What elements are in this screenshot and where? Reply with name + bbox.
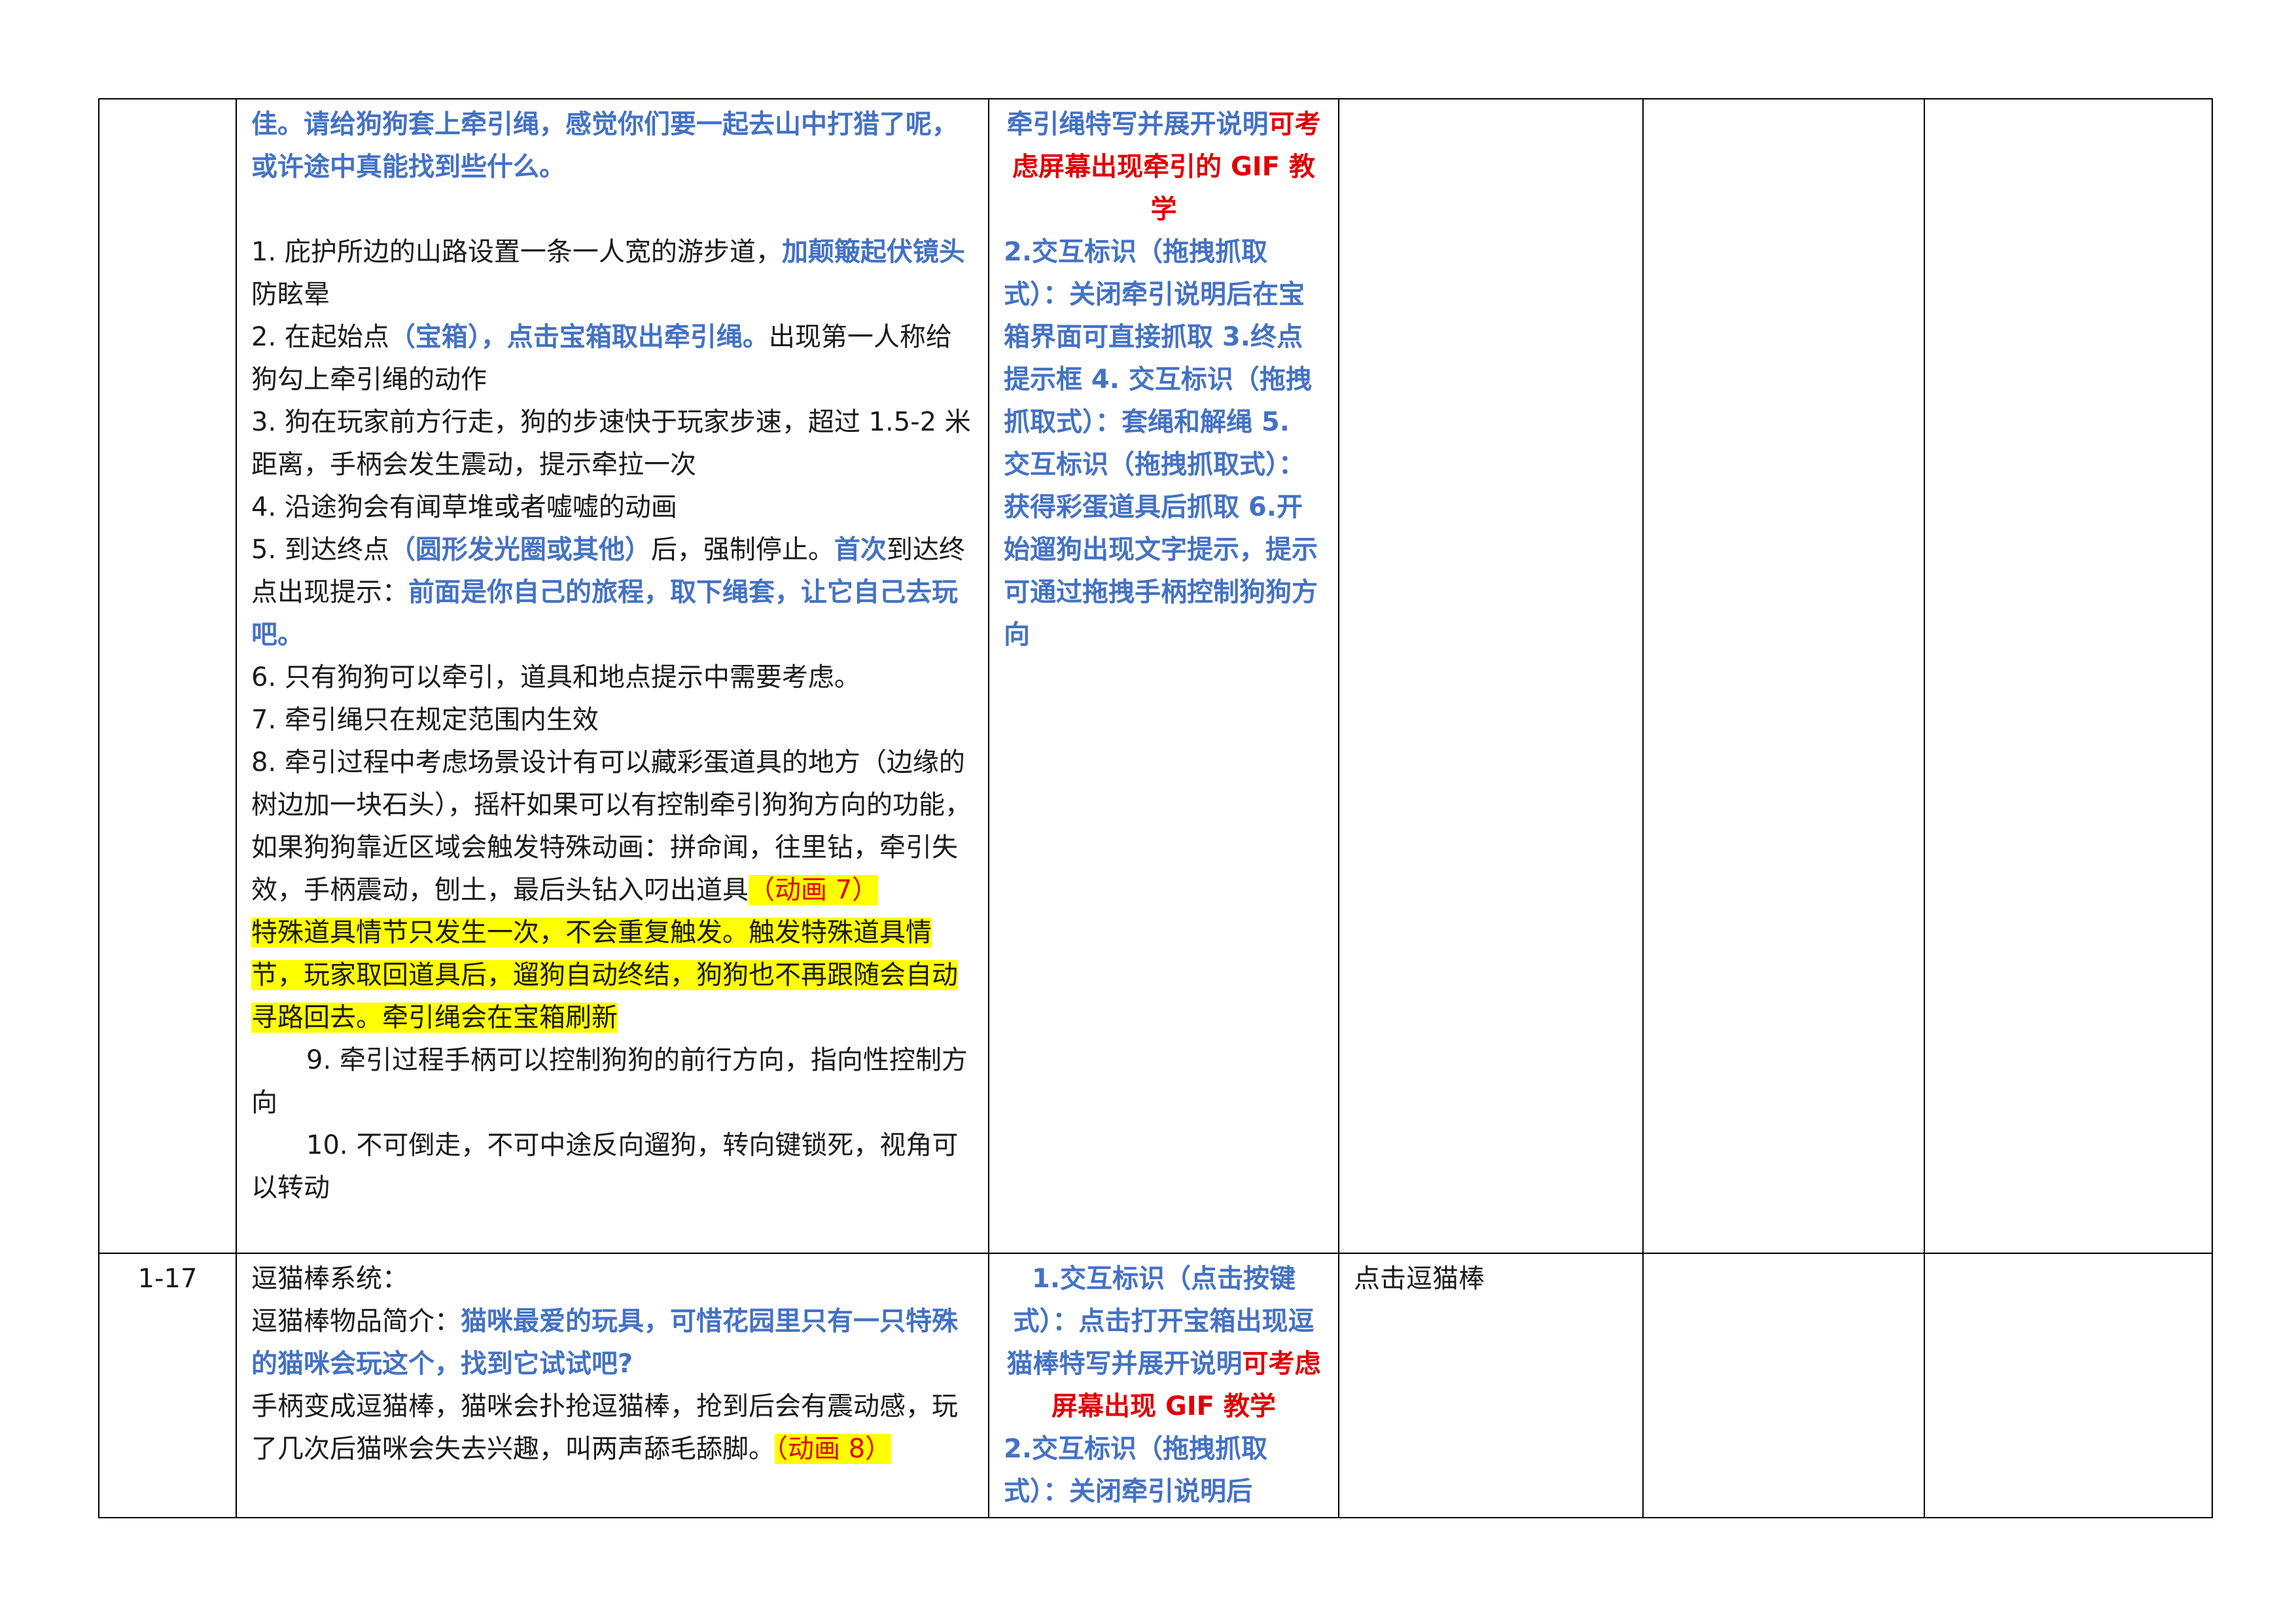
intro-text: 佳。请给狗狗套上牵引绳，感觉你们要一起去山中打猎了呢，或许途中真能找到些什么。 [251,109,958,182]
column-5-cell [1642,98,1925,1254]
description-cell: 佳。请给狗狗套上牵引绳，感觉你们要一起去山中打猎了呢，或许途中真能找到些什么。 … [236,98,989,1254]
list-item: 1. 庇护所边的山路设置一条一人宽的游步道，加颠簸起伏镜头防眩晕 [251,237,965,310]
column-6-cell [1924,98,2213,1254]
interaction-steps: 2.交互标识（拖拽抓取式）：关闭牵引说明后 [1004,1434,1268,1507]
animation-tag: （动画 7） [749,875,879,905]
column-6-cell [1924,1253,2213,1518]
column-5-cell [1642,1253,1925,1518]
description-cell: 逗猫棒系统： 逗猫棒物品简介：猫咪最爱的玩具，可惜花园里只有一只特殊的猫咪会玩这… [236,1253,989,1518]
intro-label: 逗猫棒物品简介： [251,1306,461,1336]
document-page: 佳。请给狗狗套上牵引绳，感觉你们要一起去山中打猎了呢，或许途中真能找到些什么。 … [0,0,2296,1623]
design-table: 佳。请给狗狗套上牵引绳，感觉你们要一起去山中打猎了呢，或许途中真能找到些什么。 … [98,98,2213,1518]
interaction-steps: 2.交互标识（拖拽抓取式）：关闭牵引说明后在宝箱界面可直接抓取 3.终点提示框 … [1004,237,1318,650]
row-id-cell [98,98,237,1254]
animation-tag: （动画 8） [775,1434,892,1464]
list-item: 7. 牵引绳只在规定范围内生效 [251,705,599,735]
list-item: 6. 只有狗狗可以牵引，道具和地点提示中需要考虑。 [251,662,860,692]
interaction-cell: 牵引绳特写并展开说明可考虑屏幕出现牵引的 GIF 教学 2.交互标识（拖拽抓取式… [988,98,1339,1254]
row-id-cell: 1-17 [98,1253,237,1518]
table-row: 佳。请给狗狗套上牵引绳，感觉你们要一起去山中打猎了呢，或许途中真能找到些什么。 … [98,98,2213,1254]
list-item: 5. 到达终点（圆形发光圈或其他）后，强制停止。首次到达终点出现提示：前面是你自… [251,535,965,650]
table-row: 1-17 逗猫棒系统： 逗猫棒物品简介：猫咪最爱的玩具，可惜花园里只有一只特殊的… [98,1253,2213,1518]
list-item: 2. 在起始点（宝箱），点击宝箱取出牵引绳。出现第一人称给狗勾上牵引绳的动作 [251,322,952,395]
list-item: 10. 不可倒走，不可中途反向遛狗，转向键锁死，视角可以转动 [251,1130,959,1203]
highlighted-paragraph: 特殊道具情节只发生一次，不会重复触发。触发特殊道具情节，玩家取回道具后，遛狗自动… [251,918,958,1033]
list-item: 4. 沿途狗会有闻草堆或者嘘嘘的动画 [251,492,677,522]
system-title: 逗猫棒系统： [251,1264,408,1294]
list-item: 9. 牵引过程手柄可以控制狗狗的前行方向，指向性控制方向 [251,1045,968,1118]
interaction-cell: 1.交互标识（点击按键式）：点击打开宝箱出现逗猫棒特写并展开说明可考虑屏幕出现 … [988,1253,1339,1518]
list-item: 8. 牵引过程中考虑场景设计有可以藏彩蛋道具的地方（边缘的树边加一块石头），摇杆… [251,747,971,905]
trigger-cell [1338,98,1644,1254]
list-item: 3. 狗在玩家前方行走，狗的步速快于玩家步速，超过 1.5-2 米距离，手柄会发… [251,407,971,480]
trigger-cell: 点击逗猫棒 [1338,1253,1644,1518]
